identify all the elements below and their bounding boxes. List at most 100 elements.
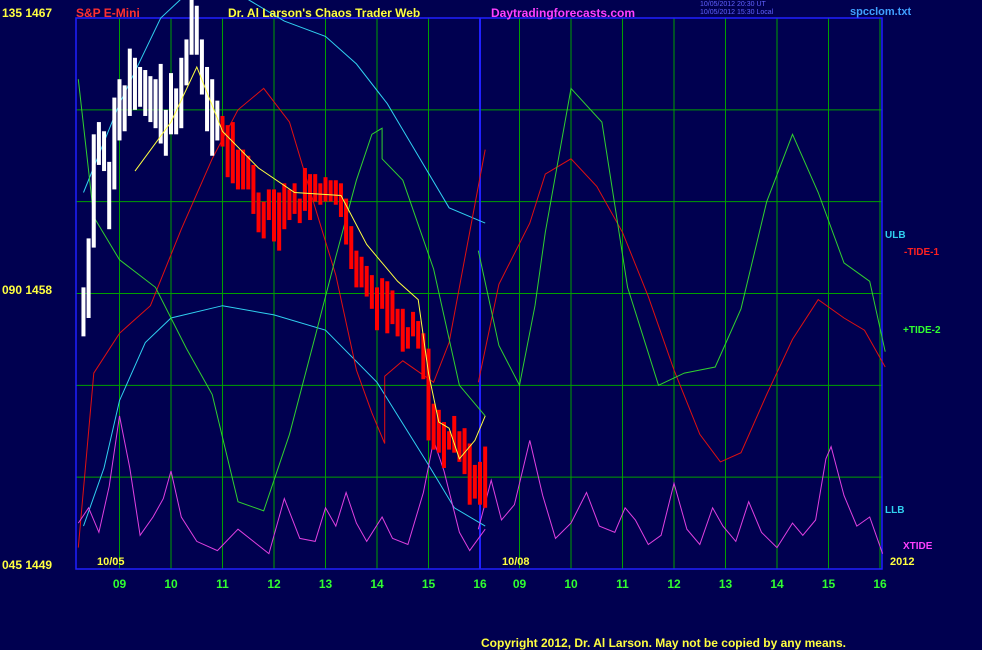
y-tick-top: 135 1467 [2, 6, 53, 20]
timestamp-local: 10/05/2012 15:30 Local [700, 9, 774, 16]
price-bar-red-31 [380, 278, 385, 309]
price-bar-red-13 [287, 189, 292, 221]
year-label: 2012 [890, 556, 915, 568]
price-bar-red-21 [328, 180, 333, 202]
price-bar-white-22 [194, 5, 199, 55]
price-bar-white-0 [81, 287, 86, 337]
price-bar-white-15 [158, 63, 163, 144]
hour-tick-day2-13: 13 [719, 577, 733, 591]
price-bar-white-6 [112, 97, 117, 190]
price-bar-red-43 [441, 422, 446, 468]
price-bar-white-3 [96, 122, 101, 165]
moving-average-line [134, 65, 486, 460]
date-label-day2: 10/08 [502, 556, 530, 568]
price-bar-red-51 [483, 446, 488, 508]
hour-tick-day2-09: 09 [513, 577, 527, 591]
price-bar-red-44 [447, 431, 452, 450]
price-bar-white-5 [107, 161, 112, 230]
xtide-line-day2 [477, 440, 884, 554]
price-bar-red-32 [385, 281, 390, 334]
price-bar-red-9 [266, 189, 271, 221]
price-bar-red-18 [313, 174, 318, 202]
price-bar-red-20 [323, 177, 328, 202]
label-tide1: -TIDE-1 [904, 247, 939, 258]
xtide-line-day1 [77, 415, 486, 555]
price-bar-red-4 [241, 149, 246, 190]
hour-tick-day1-15: 15 [422, 577, 436, 591]
price-bar-red-3 [235, 149, 240, 190]
price-bar-white-13 [148, 76, 153, 123]
instrument-label: S&P E-Mini [76, 6, 140, 20]
label-tide2: +TIDE-2 [903, 325, 941, 336]
copyright: Copyright 2012, Dr. Al Larson. May not b… [481, 636, 846, 650]
price-bar-white-17 [169, 73, 173, 135]
price-bar-red-25 [349, 226, 354, 270]
price-bar-red-6 [251, 164, 256, 214]
tide1-line-day2 [477, 158, 886, 463]
price-bar-red-8 [261, 201, 266, 239]
price-bar-white-20 [184, 39, 189, 86]
site-link[interactable]: Daytradingforecasts.com [491, 7, 635, 19]
price-bar-red-35 [400, 308, 405, 352]
price-bars [81, 0, 488, 508]
price-bar-white-21 [189, 0, 194, 55]
price-bar-red-50 [478, 461, 482, 505]
tide2-line-day2 [477, 87, 886, 387]
price-bar-red-48 [467, 443, 472, 505]
price-bar-red-28 [364, 265, 369, 297]
price-bar-red-14 [292, 183, 297, 214]
label-xtide: XTIDE [903, 541, 933, 552]
price-bar-white-16 [163, 109, 168, 156]
date-label-day1: 10/05 [97, 556, 125, 568]
price-bar-red-15 [297, 198, 302, 224]
price-bar-red-5 [246, 155, 251, 190]
hour-tick-day2-12: 12 [667, 577, 681, 591]
hour-tick-day1-10: 10 [164, 577, 178, 591]
price-bar-white-2 [91, 134, 96, 248]
price-bar-red-49 [472, 464, 477, 499]
price-bar-white-25 [210, 79, 215, 156]
price-bar-red-34 [395, 308, 400, 337]
label-ulb: ULB [885, 230, 906, 241]
hour-tick-day2-15: 15 [822, 577, 836, 591]
price-bar-red-39 [421, 333, 426, 380]
price-bar-red-37 [411, 311, 416, 337]
hour-tick-day2-11: 11 [616, 577, 629, 591]
price-bar-red-23 [338, 183, 343, 217]
chart-title: Dr. Al Larson's Chaos Trader Web [228, 6, 421, 20]
hour-tick-day2-16: 16 [873, 577, 887, 591]
price-bar-red-7 [256, 192, 261, 233]
price-bar-red-30 [375, 287, 379, 331]
price-bar-white-19 [179, 57, 184, 129]
hour-tick-day1-12: 12 [267, 577, 281, 591]
hour-tick-day1-11: 11 [216, 577, 229, 591]
hour-tick-day1-13: 13 [319, 577, 333, 591]
price-bar-white-24 [205, 66, 210, 132]
tide1-line-day1 [77, 87, 486, 548]
price-bar-red-12 [282, 183, 287, 230]
price-bar-red-41 [431, 403, 436, 450]
price-bar-red-16 [302, 167, 307, 211]
price-bar-red-29 [369, 275, 374, 309]
datafile-label: spcclom.txt [850, 6, 912, 18]
price-bar-white-7 [117, 79, 122, 141]
y-tick-mid: 090 1458 [2, 283, 53, 297]
price-bar-white-12 [143, 70, 148, 116]
hour-ticks: 09 10 11 12 13 14 15 16 09 10 11 12 13 14 15 16 [113, 577, 887, 591]
hour-tick-day2-10: 10 [564, 577, 578, 591]
price-bar-red-1 [225, 125, 230, 178]
hour-tick-day1-14: 14 [370, 577, 384, 591]
timestamp-ut: 10/05/2012 20:30 UT [700, 1, 766, 8]
price-bar-white-4 [102, 131, 107, 172]
y-tick-bottom: 045 1449 [2, 558, 53, 572]
price-bar-white-23 [199, 39, 204, 95]
price-bar-white-10 [132, 57, 137, 110]
price-bar-red-36 [405, 327, 410, 349]
price-bar-red-26 [354, 250, 359, 288]
price-bar-white-8 [122, 85, 127, 132]
price-bar-red-2 [230, 122, 235, 184]
price-bar-red-10 [272, 189, 276, 242]
price-bar-white-9 [127, 48, 132, 116]
price-bar-white-14 [153, 79, 158, 129]
price-bar-red-38 [416, 321, 421, 349]
